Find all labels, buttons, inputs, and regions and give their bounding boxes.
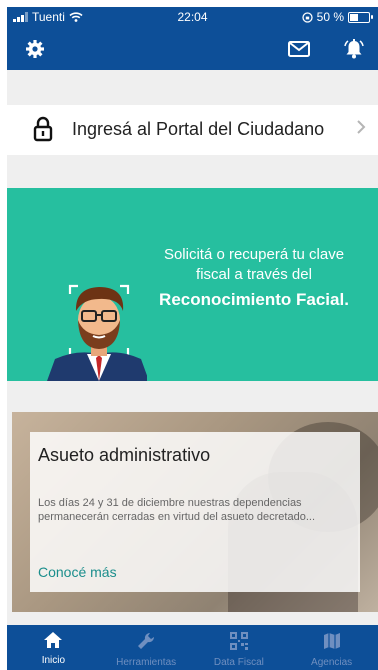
map-icon <box>323 633 340 649</box>
mail-icon[interactable] <box>287 37 311 61</box>
news-overlay: Asueto administrativo Los días 24 y 31 d… <box>30 432 360 592</box>
qr-code-icon <box>229 632 248 650</box>
tab-label: Agencias <box>311 657 353 668</box>
tab-label: Data Fiscal <box>213 657 264 668</box>
tab-herramientas[interactable]: Herramientas <box>100 625 193 670</box>
chevron-right-icon <box>356 118 366 141</box>
tab-agencias[interactable]: Agencias <box>285 625 378 670</box>
news-title: Asueto administrativo <box>38 445 211 465</box>
conoce-mas-link[interactable]: Conocé más <box>38 564 117 580</box>
face-scan-avatar <box>47 284 147 381</box>
reconocimiento-facial-banner[interactable]: Solicitá o recuperá tu clave fiscal a tr… <box>7 188 378 381</box>
battery-icon <box>348 11 373 23</box>
gear-icon[interactable] <box>23 37 47 61</box>
tab-inicio[interactable]: Inicio <box>7 625 100 670</box>
bottom-tab-bar: Inicio Herramientas Data Fiscal Agencias <box>7 625 378 670</box>
tab-label: Inicio <box>41 655 66 666</box>
battery-label: 50 % <box>316 10 344 24</box>
bell-icon[interactable] <box>342 37 366 61</box>
wrench-icon <box>138 632 155 649</box>
banner-text: Solicitá o recuperá tu clave fiscal a tr… <box>154 245 354 312</box>
lock-icon <box>33 116 53 142</box>
app-screen: Tuenti 22:04 50 % Ingresá al Portal del … <box>7 7 378 670</box>
status-bar: Tuenti 22:04 50 % <box>7 7 378 27</box>
portal-ciudadano-row[interactable]: Ingresá al Portal del Ciudadano <box>7 105 378 155</box>
portal-label: Ingresá al Portal del Ciudadano <box>72 119 325 139</box>
header-bar: Tuenti 22:04 50 % <box>7 7 378 70</box>
news-card[interactable]: Asueto administrativo Los días 24 y 31 d… <box>12 412 378 612</box>
home-icon <box>44 632 63 648</box>
tab-label: Herramientas <box>116 657 177 668</box>
banner-line1: Solicitá o recuperá tu clave fiscal a tr… <box>163 246 345 283</box>
news-body: Los días 24 y 31 de diciembre nuestras d… <box>38 497 315 523</box>
banner-line2: Reconocimiento Facial. <box>159 290 349 309</box>
orientation-lock-icon <box>301 11 313 23</box>
tab-data-fiscal[interactable]: Data Fiscal <box>193 625 286 670</box>
